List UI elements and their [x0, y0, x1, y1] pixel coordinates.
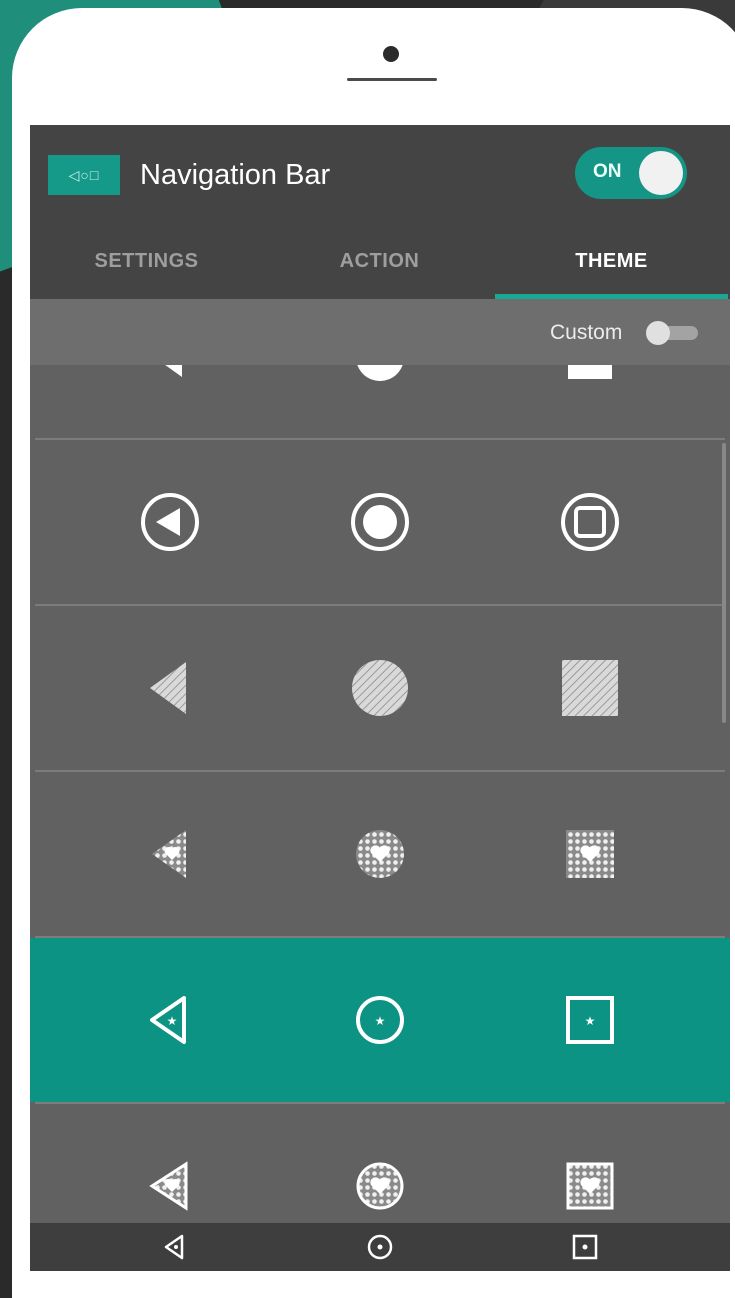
recent-hatched-icon: [545, 606, 635, 770]
system-nav-bar: [30, 1223, 730, 1271]
camera: [383, 46, 399, 62]
tab-action[interactable]: ACTION: [263, 223, 496, 299]
master-toggle[interactable]: ON: [575, 147, 687, 199]
theme-row-star-selected[interactable]: ★ ★ ★: [30, 938, 730, 1102]
home-circle-icon: [335, 365, 425, 439]
nav-back-star-icon[interactable]: [145, 1223, 205, 1271]
tab-action-label: ACTION: [339, 249, 420, 272]
svg-text:★: ★: [585, 1014, 596, 1028]
svg-text:★: ★: [375, 1014, 386, 1028]
custom-toggle-knob: [646, 321, 670, 345]
theme-list: ★ ★ ★: [30, 365, 730, 1223]
app-bar: ◁○□ Navigation Bar ON: [30, 125, 730, 223]
home-framed-heart-icon: [335, 1104, 425, 1223]
scrollbar[interactable]: [722, 443, 726, 723]
theme-row-hearts[interactable]: [35, 772, 725, 936]
app-screen: ◁○□ Navigation Bar ON SETTINGS ACTION TH…: [30, 125, 730, 1271]
tab-settings[interactable]: SETTINGS: [30, 223, 263, 299]
tab-theme-label: THEME: [575, 249, 648, 272]
back-star-icon: ★: [125, 938, 215, 1102]
recent-circled-icon: [545, 440, 635, 604]
theme-row-outlined[interactable]: [35, 440, 725, 604]
master-toggle-label: ON: [593, 161, 622, 182]
recent-heart-icon: [545, 772, 635, 936]
back-circled-icon: [125, 440, 215, 604]
recent-square-icon: [545, 365, 635, 439]
app-logo-icon: ◁○□: [48, 155, 120, 195]
back-heart-icon: [125, 772, 215, 936]
home-circled-icon: [335, 440, 425, 604]
back-triangle-icon: [125, 365, 215, 439]
back-hatched-icon: [125, 606, 215, 770]
app-title: Navigation Bar: [140, 159, 331, 191]
speaker: [347, 78, 437, 81]
theme-row-solid[interactable]: [35, 365, 725, 439]
tab-bar: SETTINGS ACTION THEME: [30, 223, 730, 299]
recent-star-icon: ★: [545, 938, 635, 1102]
recent-framed-heart-icon: [545, 1104, 635, 1223]
nav-home-star-icon[interactable]: [350, 1223, 410, 1271]
master-toggle-knob: [639, 151, 683, 195]
home-star-icon: ★: [335, 938, 425, 1102]
tab-settings-label: SETTINGS: [94, 249, 199, 272]
custom-row: Custom: [30, 299, 730, 365]
theme-row-framed-hearts[interactable]: [35, 1104, 725, 1223]
custom-label: Custom: [550, 321, 623, 344]
tab-theme[interactable]: THEME: [495, 223, 728, 299]
home-hatched-icon: [335, 606, 425, 770]
home-heart-icon: [335, 772, 425, 936]
theme-row-hatched[interactable]: [35, 606, 725, 770]
back-framed-heart-icon: [125, 1104, 215, 1223]
custom-toggle[interactable]: [646, 321, 698, 345]
nav-recent-star-icon[interactable]: [555, 1223, 615, 1271]
svg-text:★: ★: [167, 1014, 178, 1028]
